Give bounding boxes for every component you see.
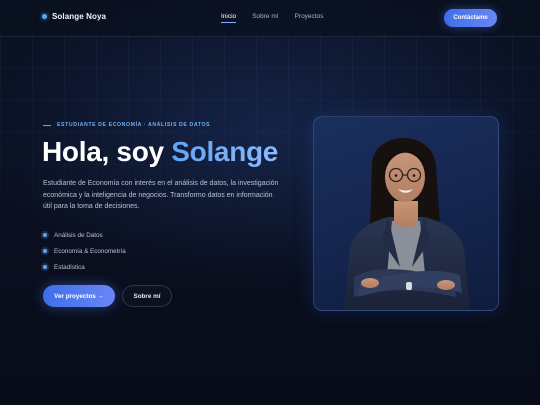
profile-photo xyxy=(344,137,470,310)
hero-title: Hola, soy Solange xyxy=(42,136,278,168)
skill-label: Economía & Econometría xyxy=(54,247,126,255)
profile-photo-card xyxy=(313,116,499,311)
nav-links: Inicio Sobre mí Proyectos xyxy=(221,13,324,23)
hero-description: Estudiante de Economía con interés en el… xyxy=(43,180,279,210)
brand-dot-icon xyxy=(42,14,47,19)
bullet-dot-icon xyxy=(43,233,47,237)
nav-link-proyectos[interactable]: Proyectos xyxy=(295,13,324,20)
skill-label: Análisis de Datos xyxy=(54,231,103,239)
skill-label: Estadística xyxy=(54,263,85,271)
bullet-dot-icon xyxy=(43,249,47,253)
eyebrow-line xyxy=(43,124,51,126)
about-me-button[interactable]: Sobre mí xyxy=(122,285,172,307)
brand[interactable]: Solange Noya xyxy=(42,12,106,21)
page: Solange Noya Inicio Sobre mí Proyectos C… xyxy=(0,0,540,405)
skill-item: Economía & Econometría xyxy=(43,243,126,259)
brand-name: Solange Noya xyxy=(52,12,107,21)
hero-title-name: Solange xyxy=(171,136,279,167)
view-projects-button[interactable]: Ver proyectos → xyxy=(43,285,115,307)
eyebrow: ESTUDIANTE DE ECONOMÍA · ANÁLISIS DE DAT… xyxy=(43,122,210,128)
skill-item: Estadística xyxy=(43,259,126,275)
hero-title-prefix: Hola, soy xyxy=(42,136,172,167)
skills-list: Análisis de Datos Economía & Econometría… xyxy=(43,227,126,275)
eyebrow-text: ESTUDIANTE DE ECONOMÍA · ANÁLISIS DE DAT… xyxy=(57,122,211,128)
navbar: Solange Noya Inicio Sobre mí Proyectos C… xyxy=(0,0,540,37)
nav-link-sobre-mi[interactable]: Sobre mí xyxy=(252,13,278,20)
bullet-dot-icon xyxy=(43,265,47,269)
nav-link-inicio[interactable]: Inicio xyxy=(221,13,237,23)
skill-item: Análisis de Datos xyxy=(43,227,126,243)
contact-button[interactable]: Contáctame xyxy=(444,9,497,27)
